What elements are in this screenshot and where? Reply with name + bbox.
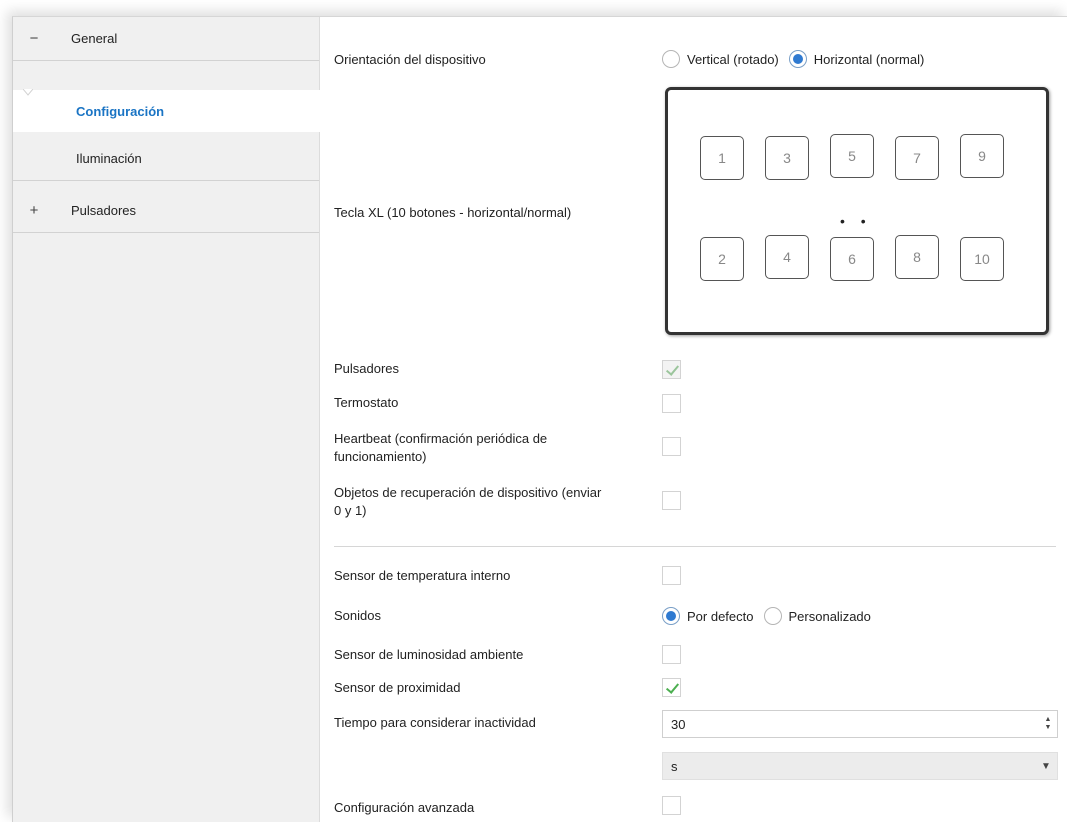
orientation-radio-group: Vertical (rotado) Horizontal (normal)	[662, 50, 934, 68]
key-2: 2	[700, 237, 744, 281]
key-9: 9	[960, 134, 1004, 178]
radio-horizontal[interactable]	[788, 50, 807, 68]
heartbeat-label-line1: Heartbeat (confirmación periódica de	[334, 431, 548, 446]
recuperacion-checkbox[interactable]	[662, 491, 681, 510]
orientation-label: Orientación del dispositivo	[334, 52, 486, 67]
inactividad-value[interactable]: 30	[663, 717, 1039, 732]
heartbeat-label: Heartbeat (confirmación periódica de fun…	[334, 430, 547, 466]
sidebar-item-pulsadores[interactable]: + Pulsadores	[13, 189, 319, 233]
proximidad-label: Sensor de proximidad	[334, 680, 461, 695]
settings-panel: Orientación del dispositivo Vertical (ro…	[320, 17, 1067, 822]
sidebar-item-label: Iluminación	[76, 151, 142, 166]
sonidos-radio-group: Por defecto Personalizado	[662, 607, 881, 625]
editor-window: − General Configuración Iluminación + Pu…	[12, 16, 1067, 822]
section-divider	[334, 546, 1056, 547]
radio-vertical[interactable]	[662, 50, 680, 68]
spin-up-icon[interactable]: ▲	[1045, 716, 1052, 724]
sidebar-item-label: Configuración	[76, 103, 165, 119]
sidebar: − General Configuración Iluminación + Pu…	[13, 17, 320, 822]
radio-personalizado[interactable]	[763, 607, 782, 625]
spin-down-icon[interactable]: ▼	[1045, 724, 1052, 732]
avanzada-checkbox[interactable]	[662, 796, 681, 815]
sidebar-item-iluminacion[interactable]: Iluminación	[13, 137, 319, 181]
key-3: 3	[765, 136, 809, 180]
key-1: 1	[700, 136, 744, 180]
avanzada-label: Configuración avanzada	[334, 800, 475, 815]
key-7: 7	[895, 136, 939, 180]
keypad-dots: • •	[840, 213, 872, 229]
radio-por-defecto[interactable]	[662, 607, 680, 625]
termostato-label: Termostato	[334, 395, 399, 410]
sensor-temp-checkbox[interactable]	[662, 566, 681, 585]
heartbeat-checkbox[interactable]	[662, 437, 681, 456]
key-10: 10	[960, 237, 1004, 281]
radio-vertical-label[interactable]: Vertical (rotado)	[687, 52, 779, 67]
inactividad-unit-value[interactable]: s	[663, 759, 1035, 774]
luminosidad-label: Sensor de luminosidad ambiente	[334, 647, 524, 662]
radio-horizontal-label[interactable]: Horizontal (normal)	[814, 52, 925, 67]
inactividad-label: Tiempo para considerar inactividad	[334, 715, 536, 730]
heartbeat-label-line2: funcionamiento)	[334, 449, 427, 464]
proximidad-checkbox[interactable]	[662, 678, 681, 697]
inactividad-unit-select[interactable]: s ▼	[662, 752, 1058, 780]
selection-notch-icon	[23, 89, 33, 96]
radio-por-defecto-label[interactable]: Por defecto	[687, 609, 754, 624]
luminosidad-checkbox[interactable]	[662, 645, 681, 664]
sidebar-item-configuracion[interactable]: Configuración	[13, 89, 320, 132]
key-4: 4	[765, 235, 809, 279]
keypad-preview: 1 3 5 7 9 • • 2 4 6 8 10	[665, 87, 1049, 335]
pulsadores-checkbox[interactable]	[662, 360, 681, 379]
model-label: Tecla XL (10 botones - horizontal/normal…	[334, 205, 572, 220]
recuperacion-label-line1: Objetos de recuperación de dispositivo (…	[334, 485, 602, 500]
collapse-icon[interactable]: −	[27, 30, 41, 47]
chevron-down-icon[interactable]: ▼	[1035, 761, 1057, 772]
radio-personalizado-label[interactable]: Personalizado	[789, 609, 871, 624]
spin-arrows[interactable]: ▲ ▼	[1039, 716, 1057, 732]
key-6: 6	[830, 237, 874, 281]
expand-icon[interactable]: +	[27, 202, 41, 219]
sonidos-label: Sonidos	[334, 608, 381, 623]
sidebar-item-label: General	[71, 31, 118, 46]
recuperacion-label-line2: 0 y 1)	[334, 503, 367, 518]
sensor-temp-label: Sensor de temperatura interno	[334, 568, 511, 583]
recuperacion-label: Objetos de recuperación de dispositivo (…	[334, 484, 601, 520]
key-5: 5	[830, 134, 874, 178]
inactividad-spinbox[interactable]: 30 ▲ ▼	[662, 710, 1058, 738]
key-8: 8	[895, 235, 939, 279]
pulsadores-label: Pulsadores	[334, 361, 400, 376]
sidebar-item-label: Pulsadores	[71, 203, 137, 218]
sidebar-item-general[interactable]: − General	[13, 17, 319, 61]
termostato-checkbox[interactable]	[662, 394, 681, 413]
